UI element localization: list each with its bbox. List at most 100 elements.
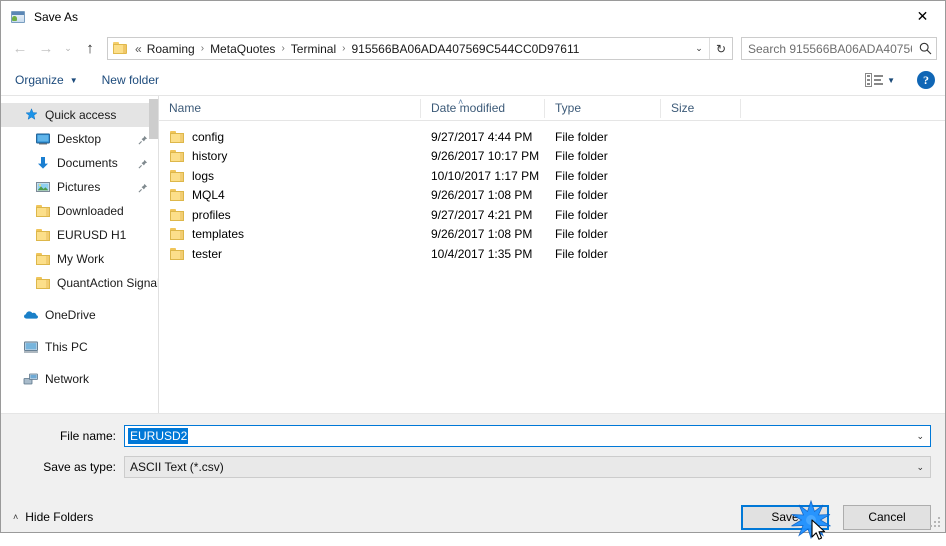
chevron-down-icon[interactable]: ⌄ [916, 462, 924, 473]
network-icon [23, 371, 39, 387]
sidebar-item-downloaded[interactable]: Downloaded [1, 199, 158, 223]
folder-icon [35, 204, 51, 218]
documents-icon [35, 155, 51, 171]
column-header-name[interactable]: Name [159, 98, 421, 118]
file-date-cell: 9/26/2017 10:17 PM [431, 149, 540, 164]
breadcrumb-separator[interactable]: › [278, 43, 287, 54]
file-type-cell: File folder [555, 207, 608, 222]
file-list: Name Date modified Type Size ˄ config 9/… [159, 96, 945, 413]
search-icon[interactable] [914, 39, 936, 59]
table-row[interactable]: MQL4 9/26/2017 1:08 PM File folder [159, 186, 945, 206]
chevron-down-icon[interactable]: ⌄ [916, 431, 924, 442]
file-name-input[interactable]: EURUSD2 ⌄ [124, 425, 931, 447]
dialog-footer: File name: EURUSD2 ⌄ Save as type: ASCII… [1, 413, 945, 540]
hide-folders-button[interactable]: ˄ Hide Folders [13, 510, 93, 524]
folder-icon [169, 188, 185, 202]
resize-grip[interactable] [930, 517, 942, 529]
new-folder-button[interactable]: New folder [102, 73, 159, 87]
pin-icon[interactable] [138, 182, 148, 193]
table-row[interactable]: profiles 9/27/2017 4:21 PM File folder [159, 205, 945, 225]
cancel-button[interactable]: Cancel [843, 504, 931, 530]
table-row[interactable]: tester 10/4/2017 1:35 PM File folder [159, 244, 945, 264]
chevron-down-icon[interactable]: ▼ [887, 76, 895, 85]
view-layout-icon[interactable] [865, 73, 884, 87]
breadcrumb-separator[interactable]: › [198, 43, 207, 54]
breadcrumb-item-1[interactable]: MetaQuotes [207, 41, 278, 57]
sidebar-item-quantaction-signal[interactable]: QuantAction Signal [1, 271, 158, 295]
sidebar-item-this-pc[interactable]: This PC [1, 335, 158, 359]
file-list-header: Name Date modified Type Size ˄ [159, 96, 945, 121]
pin-icon[interactable] [138, 134, 148, 145]
help-icon[interactable]: ? [917, 71, 935, 89]
star-icon [23, 107, 39, 123]
pictures-icon [35, 179, 51, 195]
forward-button[interactable]: → [33, 37, 59, 61]
breadcrumb-item-0[interactable]: Roaming [144, 41, 198, 57]
column-header-type[interactable]: Type [545, 98, 661, 118]
close-icon[interactable]: ✕ [900, 1, 945, 31]
folder-icon [113, 42, 128, 55]
pin-icon[interactable] [138, 158, 148, 169]
file-name-cell: profiles [159, 208, 421, 222]
search-box[interactable] [741, 37, 937, 60]
sidebar-item-label: EURUSD H1 [57, 228, 127, 242]
sidebar-item-my-work[interactable]: My Work [1, 247, 158, 271]
file-date-cell: 9/26/2017 1:08 PM [431, 188, 533, 203]
sidebar-item-onedrive[interactable]: OneDrive [1, 303, 158, 327]
hide-folders-label: Hide Folders [25, 510, 94, 524]
save-as-type-select[interactable]: ASCII Text (*.csv) ⌄ [124, 456, 931, 478]
breadcrumb-separator[interactable]: › [339, 43, 348, 54]
file-name-row: File name: EURUSD2 ⌄ [1, 423, 945, 449]
file-type-cell: File folder [555, 168, 608, 183]
folder-icon [169, 149, 185, 163]
sidebar-item-pictures[interactable]: Pictures [1, 175, 158, 199]
breadcrumb-overflow[interactable]: « [132, 41, 144, 57]
chevron-up-icon: ˄ [13, 512, 19, 522]
file-name-cell: history [159, 149, 421, 163]
file-name-text: history [192, 149, 228, 164]
up-button[interactable]: ↑ [77, 37, 103, 61]
column-header-date-modified[interactable]: Date modified [421, 98, 545, 118]
title-bar: Save As ✕ [1, 1, 945, 32]
save-as-type-label: Save as type: [43, 460, 116, 474]
table-row[interactable]: config 9/27/2017 4:44 PM File folder [159, 127, 945, 147]
file-name-cell: config [159, 130, 421, 144]
column-header-size[interactable]: Size [661, 98, 741, 118]
sidebar-item-desktop[interactable]: Desktop [1, 127, 158, 151]
breadcrumb-item-3[interactable]: 915566BA06ADA407569C544CC0D97611 [348, 41, 582, 57]
recent-locations-button[interactable]: ⌄ [59, 37, 77, 61]
action-buttons: Save Cancel [741, 499, 931, 540]
breadcrumb-item-2[interactable]: Terminal [288, 41, 339, 57]
address-breadcrumb-box[interactable]: « Roaming › MetaQuotes › Terminal › 9155… [107, 37, 733, 60]
address-bar: ← → ⌄ ↑ « Roaming › MetaQuotes › Termina… [1, 32, 945, 65]
sidebar-item-label: Network [45, 372, 90, 386]
file-name-value[interactable]: EURUSD2 [128, 428, 189, 444]
sidebar-item-network[interactable]: Network [1, 367, 158, 391]
folder-icon [35, 252, 51, 266]
folder-icon [35, 276, 51, 290]
save-as-dialog: Save As ✕ ← → ⌄ ↑ « Roaming › MetaQuotes… [0, 0, 946, 540]
organize-button[interactable]: Organize ▼ [15, 73, 78, 87]
scrollbar-thumb[interactable] [149, 99, 158, 139]
file-name-cell: tester [159, 247, 421, 261]
table-row[interactable]: templates 9/26/2017 1:08 PM File folder [159, 225, 945, 245]
table-row[interactable]: logs 10/10/2017 1:17 PM File folder [159, 166, 945, 186]
sidebar-item-label: QuantAction Signal [57, 276, 158, 290]
sidebar-scrollbar[interactable] [149, 96, 158, 413]
sidebar-item-eurusd-h1[interactable]: EURUSD H1 [1, 223, 158, 247]
save-button[interactable]: Save [741, 504, 829, 530]
refresh-icon[interactable]: ↻ [709, 38, 732, 59]
table-row[interactable]: history 9/26/2017 10:17 PM File folder [159, 147, 945, 167]
sidebar-item-documents[interactable]: Documents [1, 151, 158, 175]
search-input[interactable] [742, 41, 914, 56]
command-bar-right: ▼ ? [865, 71, 935, 89]
chevron-down-icon: ▼ [69, 75, 78, 85]
folder-icon [169, 247, 185, 261]
navigation-pane: Quick access Desktop Documents Pictures … [1, 96, 159, 413]
file-name-cell: templates [159, 227, 421, 241]
sidebar-item-quick-access[interactable]: Quick access [1, 103, 158, 127]
file-name-cell: logs [159, 169, 421, 183]
back-button[interactable]: ← [7, 37, 33, 61]
chevron-down-icon[interactable]: ⌄ [689, 38, 709, 59]
app-icon [10, 9, 26, 25]
